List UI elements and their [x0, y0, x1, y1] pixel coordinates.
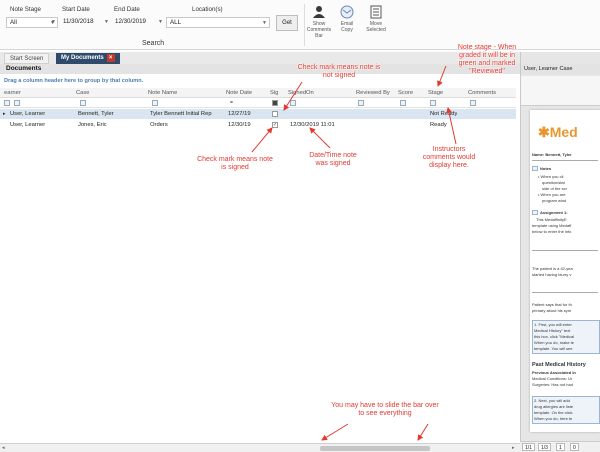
preview-note-line: program wind: [542, 198, 567, 203]
arrow-note-stage: [437, 65, 447, 87]
preview-name-line: Name: Bennett, Tyler: [532, 152, 572, 157]
preview-pmh-title: Past Medical History: [532, 362, 586, 368]
preview-step2-line: template. On the click: [534, 410, 573, 415]
bullet-text: When you cli: [540, 174, 564, 179]
preview-logo: ✱Med: [538, 124, 578, 141]
bullet-text: When you are: [540, 192, 566, 197]
preview-step1-line: When you do, make te: [534, 340, 575, 345]
pager-item[interactable]: 0: [570, 443, 579, 451]
preview-step1-line: this box, click "Medical: [534, 334, 575, 339]
logo-mark-icon: ✱: [538, 124, 550, 140]
scroll-right-icon[interactable]: ▸: [512, 445, 515, 451]
arrow-datetime: [309, 127, 331, 149]
preview-patient-says: primary about his sym: [532, 308, 572, 313]
preview-patient-says: Patient says that for th: [532, 302, 572, 307]
preview-step2-line: When you do, here te: [534, 416, 573, 421]
preview-note-line: question/stat: [542, 180, 565, 185]
pager-item[interactable]: 1/3: [538, 443, 551, 451]
preview-step1-line: Medical History" text: [534, 328, 571, 333]
preview-step2-line: drug allergies are liste: [534, 404, 574, 409]
horizontal-scrollbar[interactable]: ◂ ▸: [0, 443, 520, 452]
preview-step2-line: 2. Next, you will add: [534, 398, 570, 403]
preview-step1-line: 1. First, you will enter: [534, 322, 572, 327]
assignment-box-icon: [532, 210, 538, 215]
preview-divider: [532, 160, 598, 161]
preview-assignment-title: Assignment 1:: [540, 210, 568, 215]
arrow-slide-left: [321, 423, 349, 441]
preview-pager: 1/1 1/3 1 0: [520, 441, 600, 452]
preview-notes-title: Notes: [540, 166, 552, 171]
preview-pmh-line: Medical Conditions: Ur: [532, 376, 573, 381]
arrow-instructors: [446, 107, 457, 145]
preview-toolbar: [521, 76, 600, 106]
preview-assignment-line: This MedaffinityE: [536, 217, 567, 222]
preview-divider: [532, 292, 598, 293]
scrollbar-thumb[interactable]: [320, 446, 430, 451]
preview-step1-line: template. You will see: [534, 346, 573, 351]
preview-assignment-line: template using Medaff: [532, 223, 572, 228]
preview-divider: [532, 250, 598, 251]
preview-patient-line: The patient is a 42-yea: [532, 266, 573, 271]
preview-note-bullet: • When you are: [538, 192, 566, 197]
pager-item[interactable]: 1: [556, 443, 565, 451]
pager-item[interactable]: 1/1: [522, 443, 535, 451]
arrow-signed: [251, 127, 273, 153]
preview-pmh-line: Surgeries: Has not had: [532, 382, 573, 387]
arrow-not-signed: [283, 81, 303, 111]
annotation-arrows: [251, 65, 457, 441]
preview-note-bullet: • When you cli: [538, 174, 564, 179]
preview-note-line: side of the scr: [542, 186, 567, 191]
arrow-slide-right: [417, 423, 429, 441]
preview-patient-line: started having blurry v: [532, 272, 572, 277]
preview-pmh-line: Previous Associated In: [532, 370, 576, 375]
notes-box-icon: [532, 166, 538, 171]
preview-assignment-line: below to enter the info: [532, 229, 572, 234]
preview-logo-text: Med: [549, 124, 578, 140]
scroll-left-icon[interactable]: ◂: [2, 445, 5, 451]
preview-page[interactable]: ✱Med Name: Bennett, Tyler Notes • When y…: [530, 110, 600, 432]
preview-header: User, Learner Case: [521, 64, 600, 74]
